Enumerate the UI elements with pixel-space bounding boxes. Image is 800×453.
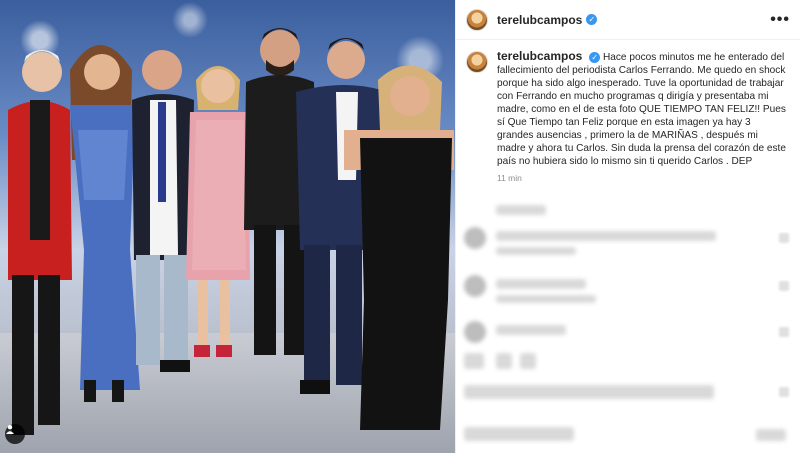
caption-body: terelubcampos ✓ Hace pocos minutos me he…	[497, 50, 787, 185]
post-timestamp[interactable]: 11 min	[497, 172, 787, 185]
comment-placeholder	[496, 353, 512, 369]
comment-placeholder	[496, 295, 596, 303]
comment-placeholder	[496, 279, 586, 289]
instagram-post: terelubcampos ✓ ••• terelubcampos ✓ Hace…	[0, 0, 800, 453]
group-photo-figures	[8, 28, 454, 435]
person-4	[186, 66, 250, 357]
comment-placeholder	[496, 325, 566, 335]
like-heart-icon[interactable]	[779, 327, 789, 337]
verified-badge-icon: ✓	[586, 14, 598, 25]
user-tag-icon[interactable]	[5, 424, 25, 444]
post-photo[interactable]	[0, 0, 455, 453]
person-3	[132, 50, 194, 372]
comment-placeholder	[496, 231, 716, 241]
like-heart-icon[interactable]	[779, 233, 789, 243]
comment-placeholder	[464, 427, 574, 441]
person-2	[70, 45, 140, 402]
comment-avatar	[464, 275, 486, 297]
comment-placeholder	[464, 385, 714, 399]
comment-avatar	[464, 227, 486, 249]
like-heart-icon[interactable]	[779, 281, 789, 291]
like-heart-icon[interactable]	[779, 387, 789, 397]
comment-placeholder	[496, 247, 576, 255]
comment-placeholder	[520, 353, 536, 369]
caption-text: Hace pocos minutos me he enterado del fa…	[497, 52, 786, 167]
post-header: terelubcampos ✓ •••	[456, 0, 800, 40]
more-options-icon[interactable]: •••	[770, 11, 790, 29]
comment-avatar	[464, 321, 486, 343]
avatar[interactable]	[466, 8, 488, 31]
post-side-panel: terelubcampos ✓ ••• terelubcampos ✓ Hace…	[455, 0, 800, 453]
comment-placeholder	[496, 205, 546, 215]
caption-avatar[interactable]	[466, 51, 488, 73]
caption-block: terelubcampos ✓ Hace pocos minutos me he…	[456, 40, 800, 185]
post-username[interactable]: terelubcampos	[497, 13, 582, 27]
caption-verified-badge-icon: ✓	[589, 52, 601, 63]
comment-placeholder	[756, 429, 786, 441]
comment-placeholder	[464, 353, 484, 369]
caption-username[interactable]: terelubcampos	[497, 49, 582, 63]
person-1	[8, 50, 72, 435]
